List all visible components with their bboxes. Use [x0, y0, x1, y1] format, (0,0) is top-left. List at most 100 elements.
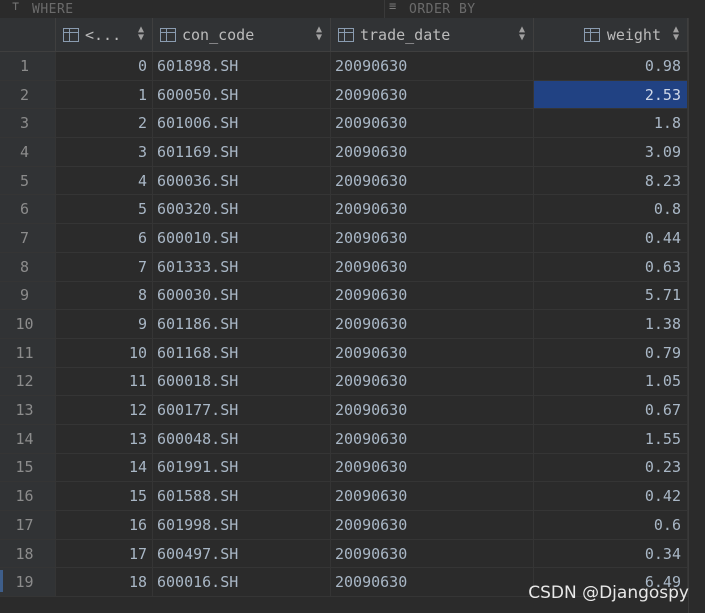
table-row[interactable]: 16 15 601588.SH 20090630 0.42	[0, 482, 688, 511]
column-header-index[interactable]: <... ▲ ▼	[56, 18, 153, 51]
table-row[interactable]: 1 0 601898.SH 20090630 0.98	[0, 52, 688, 81]
trade-date-cell[interactable]: 20090630	[331, 109, 534, 138]
con-code-cell[interactable]: 601168.SH	[153, 338, 331, 367]
trade-date-cell[interactable]: 20090630	[331, 482, 534, 510]
con-code-cell[interactable]: 600320.SH	[153, 195, 331, 224]
index-cell[interactable]: 4	[56, 166, 153, 195]
trade-date-cell[interactable]: 20090630	[331, 52, 534, 80]
con-code-cell[interactable]: 600177.SH	[153, 396, 331, 424]
column-header-weight[interactable]: weight ▲ ▼	[534, 18, 688, 51]
row-number-cell[interactable]: 11	[0, 338, 56, 367]
sort-toggle-icon[interactable]: ▲ ▼	[519, 25, 525, 43]
weight-cell[interactable]: 0.23	[534, 453, 688, 482]
row-number-cell[interactable]: 15	[0, 453, 56, 482]
con-code-cell[interactable]: 600497.SH	[153, 539, 331, 568]
row-number-cell[interactable]: 13	[0, 396, 56, 424]
row-number-cell[interactable]: 3	[0, 109, 56, 138]
con-code-cell[interactable]: 600048.SH	[153, 424, 331, 453]
con-code-cell[interactable]: 601333.SH	[153, 252, 331, 281]
weight-cell[interactable]: 0.6	[534, 511, 688, 539]
weight-cell[interactable]: 0.63	[534, 252, 688, 281]
sort-toggle-icon[interactable]: ▲ ▼	[138, 25, 144, 43]
trade-date-cell[interactable]: 20090630	[331, 367, 534, 396]
index-cell[interactable]: 12	[56, 396, 153, 424]
row-number-cell[interactable]: 14	[0, 424, 56, 453]
trade-date-cell[interactable]: 20090630	[331, 453, 534, 482]
row-number-cell[interactable]: 8	[0, 252, 56, 281]
con-code-cell[interactable]: 601898.SH	[153, 52, 331, 80]
con-code-cell[interactable]: 600036.SH	[153, 166, 331, 195]
weight-cell[interactable]: 1.8	[534, 109, 688, 138]
row-number-cell[interactable]: 4	[0, 138, 56, 166]
weight-cell[interactable]: 1.55	[534, 424, 688, 453]
table-row[interactable]: 14 13 600048.SH 20090630 1.55	[0, 424, 688, 454]
index-cell[interactable]: 13	[56, 424, 153, 453]
trade-date-cell[interactable]: 20090630	[331, 252, 534, 281]
index-cell[interactable]: 11	[56, 367, 153, 396]
weight-cell[interactable]: 5.71	[534, 281, 688, 310]
table-row[interactable]: 18 17 600497.SH 20090630 0.34	[0, 539, 688, 569]
weight-cell[interactable]: 2.53	[534, 80, 688, 109]
table-row[interactable]: 11 10 601168.SH 20090630 0.79	[0, 338, 688, 368]
weight-cell[interactable]: 1.38	[534, 310, 688, 338]
table-row[interactable]: 12 11 600018.SH 20090630 1.05	[0, 367, 688, 397]
trade-date-cell[interactable]: 20090630	[331, 195, 534, 224]
trade-date-cell[interactable]: 20090630	[331, 80, 534, 109]
trade-date-cell[interactable]: 20090630	[331, 396, 534, 424]
index-cell[interactable]: 18	[56, 568, 153, 597]
con-code-cell[interactable]: 601186.SH	[153, 310, 331, 338]
trade-date-cell[interactable]: 20090630	[331, 568, 534, 597]
row-number-cell[interactable]: 5	[0, 166, 56, 195]
weight-cell[interactable]: 0.42	[534, 482, 688, 510]
table-row[interactable]: 3 2 601006.SH 20090630 1.8	[0, 109, 688, 139]
column-header-trade-date[interactable]: trade_date ▲ ▼	[331, 18, 534, 51]
weight-cell[interactable]: 1.05	[534, 367, 688, 396]
weight-cell[interactable]: 0.34	[534, 539, 688, 568]
row-number-cell[interactable]: 9	[0, 281, 56, 310]
con-code-cell[interactable]: 600010.SH	[153, 224, 331, 252]
index-cell[interactable]: 8	[56, 281, 153, 310]
index-cell[interactable]: 10	[56, 338, 153, 367]
con-code-cell[interactable]: 600018.SH	[153, 367, 331, 396]
order-by-filter[interactable]: ≡ ORDER BY	[384, 0, 705, 18]
trade-date-cell[interactable]: 20090630	[331, 138, 534, 166]
table-row[interactable]: 15 14 601991.SH 20090630 0.23	[0, 453, 688, 483]
row-number-cell[interactable]: 12	[0, 367, 56, 396]
table-row[interactable]: 10 9 601186.SH 20090630 1.38	[0, 310, 688, 339]
index-cell[interactable]: 16	[56, 511, 153, 539]
weight-cell[interactable]: 8.23	[534, 166, 688, 195]
vertical-scrollbar[interactable]	[688, 18, 705, 613]
row-number-cell[interactable]: 6	[0, 195, 56, 224]
con-code-cell[interactable]: 601006.SH	[153, 109, 331, 138]
table-row[interactable]: 5 4 600036.SH 20090630 8.23	[0, 166, 688, 196]
table-row[interactable]: 8 7 601333.SH 20090630 0.63	[0, 252, 688, 282]
sort-toggle-icon[interactable]: ▲ ▼	[673, 25, 679, 43]
sort-toggle-icon[interactable]: ▲ ▼	[316, 25, 322, 43]
con-code-cell[interactable]: 600016.SH	[153, 568, 331, 597]
table-row[interactable]: 13 12 600177.SH 20090630 0.67	[0, 396, 688, 425]
row-number-cell[interactable]: 19	[0, 568, 56, 597]
index-cell[interactable]: 7	[56, 252, 153, 281]
index-cell[interactable]: 5	[56, 195, 153, 224]
table-row[interactable]: 4 3 601169.SH 20090630 3.09	[0, 138, 688, 167]
row-number-cell[interactable]: 2	[0, 80, 56, 109]
index-cell[interactable]: 0	[56, 52, 153, 80]
con-code-cell[interactable]: 601588.SH	[153, 482, 331, 510]
column-header-con-code[interactable]: con_code ▲ ▼	[153, 18, 331, 51]
where-filter[interactable]: ⊤ WHERE	[12, 0, 380, 18]
row-number-cell[interactable]: 10	[0, 310, 56, 338]
row-number-cell[interactable]: 1	[0, 52, 56, 80]
trade-date-cell[interactable]: 20090630	[331, 539, 534, 568]
con-code-cell[interactable]: 601169.SH	[153, 138, 331, 166]
trade-date-cell[interactable]: 20090630	[331, 281, 534, 310]
row-number-cell[interactable]: 16	[0, 482, 56, 510]
index-cell[interactable]: 3	[56, 138, 153, 166]
trade-date-cell[interactable]: 20090630	[331, 224, 534, 252]
trade-date-cell[interactable]: 20090630	[331, 424, 534, 453]
index-cell[interactable]: 17	[56, 539, 153, 568]
row-number-cell[interactable]: 17	[0, 511, 56, 539]
trade-date-cell[interactable]: 20090630	[331, 338, 534, 367]
weight-cell[interactable]: 0.44	[534, 224, 688, 252]
con-code-cell[interactable]: 600050.SH	[153, 80, 331, 109]
trade-date-cell[interactable]: 20090630	[331, 166, 534, 195]
